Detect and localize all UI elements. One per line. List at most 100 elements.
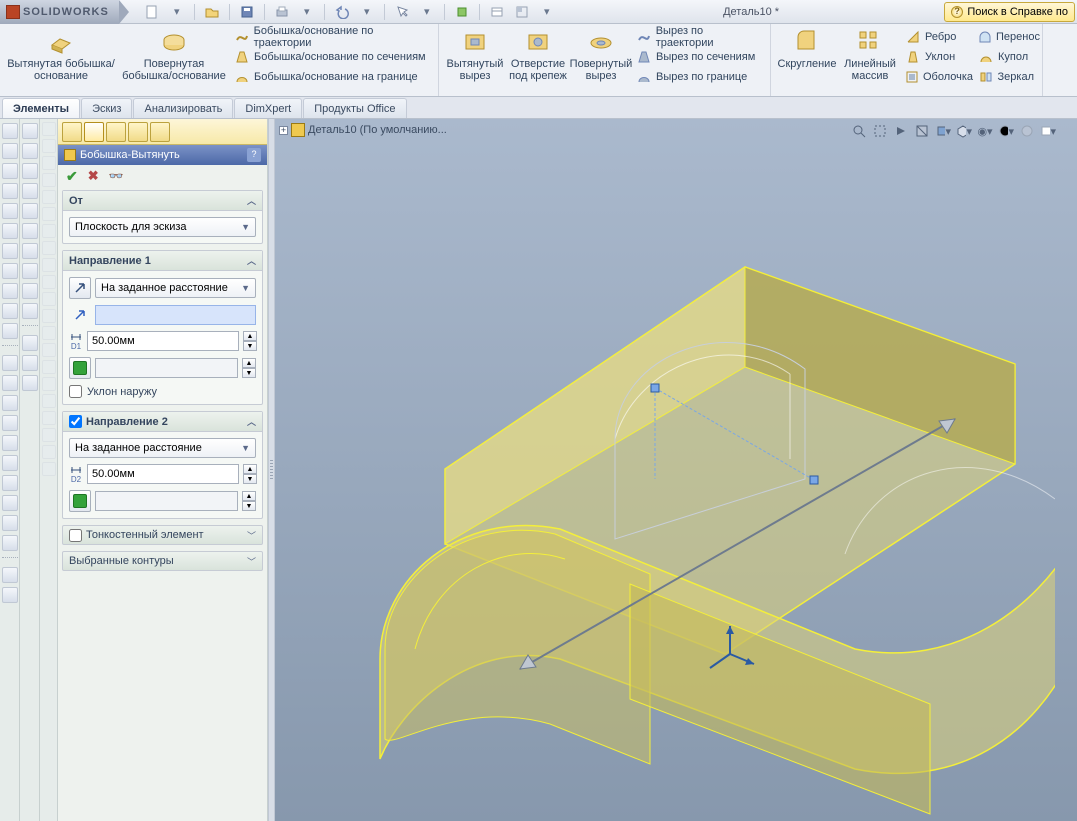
dome-button[interactable]: Купол: [976, 48, 1036, 66]
panel-tab-config[interactable]: [106, 122, 126, 142]
tool-generic[interactable]: [2, 183, 18, 199]
zoom-area-button[interactable]: [871, 122, 889, 140]
swept-cut-button[interactable]: Вырез по траектории: [634, 28, 764, 46]
swept-boss-button[interactable]: Бобышка/основание по траектории: [232, 28, 432, 46]
options-button[interactable]: [486, 2, 508, 22]
save-button[interactable]: [236, 2, 258, 22]
tool-generic[interactable]: [22, 183, 38, 199]
rebuild-button[interactable]: [451, 2, 473, 22]
panel-tab-property-manager[interactable]: [84, 122, 104, 142]
section-dir1-header[interactable]: Направление 1︿: [63, 251, 262, 271]
draft-outward-checkbox[interactable]: Уклон наружу: [69, 385, 256, 398]
dir1-distance-stepper[interactable]: ▲▼: [243, 331, 257, 351]
tool-generic[interactable]: [2, 123, 18, 139]
dir2-draft-input[interactable]: [95, 491, 238, 511]
boundary-cut-button[interactable]: Вырез по границе: [634, 68, 764, 86]
section-view-button[interactable]: [913, 122, 931, 140]
tool-generic[interactable]: [22, 303, 38, 319]
mirror-button[interactable]: Зеркал: [976, 68, 1036, 86]
tool-generic[interactable]: [22, 375, 38, 391]
panel-tab-display[interactable]: [150, 122, 170, 142]
draft-button[interactable]: Уклон: [903, 48, 973, 66]
tool-generic[interactable]: [22, 283, 38, 299]
lofted-boss-button[interactable]: Бобышка/основание по сечениям: [232, 48, 432, 66]
tool-generic[interactable]: [2, 435, 18, 451]
tool-generic[interactable]: [22, 123, 38, 139]
help-search[interactable]: Поиск в Справке по: [944, 2, 1075, 22]
tool-generic[interactable]: [2, 455, 18, 471]
new-file-button[interactable]: [141, 2, 163, 22]
dropdown-arrow[interactable]: ▾: [416, 2, 438, 22]
fillet-button[interactable]: Скругление: [777, 28, 837, 70]
tool-generic[interactable]: [2, 567, 18, 583]
apply-scene-button[interactable]: [1018, 122, 1036, 140]
tool-generic[interactable]: [2, 415, 18, 431]
pm-help-button[interactable]: ?: [247, 148, 261, 162]
wrap-button[interactable]: Перенос: [976, 28, 1036, 46]
hide-show-button[interactable]: ◉▾: [976, 122, 994, 140]
draft-toggle-button[interactable]: [69, 357, 91, 379]
tool-generic[interactable]: [2, 263, 18, 279]
tool-generic[interactable]: [2, 375, 18, 391]
dropdown-arrow[interactable]: ▾: [356, 2, 378, 22]
tab-sketch[interactable]: Эскиз: [81, 98, 132, 118]
zoom-fit-button[interactable]: [850, 122, 868, 140]
tool-generic[interactable]: [2, 395, 18, 411]
ok-button[interactable]: ✔: [66, 168, 78, 185]
draft-toggle-button[interactable]: [69, 490, 91, 512]
dropdown-arrow[interactable]: ▾: [296, 2, 318, 22]
cancel-button[interactable]: ✖: [88, 168, 99, 184]
tab-office[interactable]: Продукты Office: [303, 98, 406, 118]
detailed-preview-button[interactable]: 👓: [109, 169, 124, 183]
flyout-tree[interactable]: + Деталь10 (По умолчанию...: [279, 123, 447, 137]
tool-generic[interactable]: [2, 143, 18, 159]
section-selected-contours[interactable]: Выбранные контуры﹀: [62, 551, 263, 571]
tool-generic[interactable]: [2, 303, 18, 319]
tool-generic[interactable]: [2, 223, 18, 239]
tool-generic[interactable]: [2, 243, 18, 259]
from-combobox[interactable]: Плоскость для эскиза▼: [69, 217, 256, 237]
tool-generic[interactable]: [2, 475, 18, 491]
tool-generic[interactable]: [2, 355, 18, 371]
edit-appearance-button[interactable]: ▾: [997, 122, 1015, 140]
tool-generic[interactable]: [2, 587, 18, 603]
dropdown-arrow[interactable]: ▾: [166, 2, 188, 22]
view-settings-button[interactable]: ▾: [1039, 122, 1057, 140]
appearance-button[interactable]: [511, 2, 533, 22]
dropdown-arrow[interactable]: ▾: [536, 2, 558, 22]
open-file-button[interactable]: [201, 2, 223, 22]
expand-icon[interactable]: +: [279, 126, 288, 135]
hole-wizard-button[interactable]: Отверстие под крепеж: [508, 28, 568, 82]
dir1-end-condition[interactable]: На заданное расстояние▼: [95, 278, 256, 298]
panel-tab-feature-tree[interactable]: [62, 122, 82, 142]
dir2-draft-stepper[interactable]: ▲▼: [242, 491, 256, 511]
tool-generic[interactable]: [2, 495, 18, 511]
tool-generic[interactable]: [22, 263, 38, 279]
tool-generic[interactable]: [2, 323, 18, 339]
tool-generic[interactable]: [2, 283, 18, 299]
dir2-distance-stepper[interactable]: ▲▼: [243, 464, 257, 484]
tool-generic[interactable]: [2, 163, 18, 179]
revolved-cut-button[interactable]: Повернутый вырез: [571, 28, 631, 82]
dir2-distance-input[interactable]: [87, 464, 239, 484]
revolved-boss-button[interactable]: Повернутая бобышка/основание: [119, 28, 229, 82]
dir1-distance-input[interactable]: [87, 331, 239, 351]
tool-generic[interactable]: [22, 355, 38, 371]
undo-button[interactable]: [331, 2, 353, 22]
tool-generic[interactable]: [2, 515, 18, 531]
dir1-direction-field[interactable]: [95, 305, 256, 325]
dir2-end-condition[interactable]: На заданное расстояние▼: [69, 438, 256, 458]
view-orientation-button[interactable]: ▾: [955, 122, 973, 140]
tool-generic[interactable]: [22, 163, 38, 179]
section-from-header[interactable]: От︿: [63, 191, 262, 211]
tool-generic[interactable]: [2, 203, 18, 219]
tool-generic[interactable]: [2, 535, 18, 551]
graphics-viewport[interactable]: + Деталь10 (По умолчанию... ▾ ▾ ◉▾ ▾ ▾: [275, 119, 1077, 821]
tool-generic[interactable]: [22, 143, 38, 159]
previous-view-button[interactable]: [892, 122, 910, 140]
tab-features[interactable]: Элементы: [2, 98, 80, 118]
tool-generic[interactable]: [22, 203, 38, 219]
reverse-direction-button[interactable]: [69, 277, 91, 299]
tool-generic[interactable]: [22, 243, 38, 259]
thin-checkbox[interactable]: [69, 529, 82, 542]
